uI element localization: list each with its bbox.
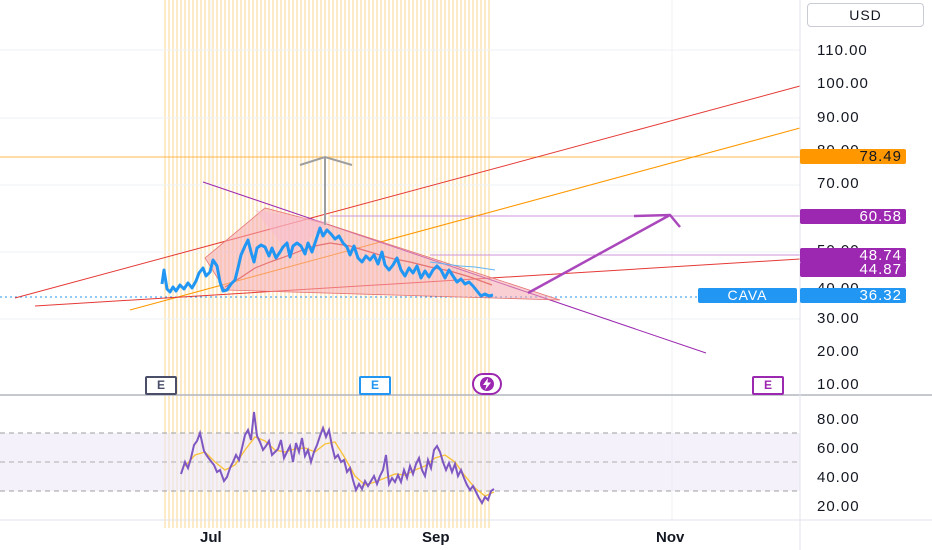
oscillator-axis-tick: 40.00	[817, 469, 860, 486]
price-axis-tick: 10.00	[817, 376, 860, 393]
currency-selector[interactable]: USD	[807, 3, 924, 27]
lightning-icon	[480, 377, 494, 391]
dividend-badge[interactable]	[472, 373, 502, 395]
chart-canvas[interactable]	[0, 0, 932, 550]
oscillator-axis-tick: 60.00	[817, 440, 860, 457]
price-axis-tick: 70.00	[817, 175, 860, 192]
price-axis-tick: 110.00	[817, 42, 868, 59]
oscillator-axis-tick: 80.00	[817, 411, 860, 428]
last-price-tag: 36.32	[800, 288, 906, 303]
price-tag: 78.49	[800, 149, 906, 164]
earnings-badge-3[interactable]: E	[752, 376, 784, 395]
price-axis-tick: 20.00	[817, 343, 860, 360]
earnings-badge-1[interactable]: E	[145, 376, 177, 395]
oscillator-axis-tick: 20.00	[817, 498, 860, 515]
projection-arrow[interactable]	[527, 213, 681, 295]
time-tick-sep: Sep	[422, 529, 450, 546]
time-tick-nov: Nov	[656, 529, 685, 546]
price-tag: 60.58	[800, 209, 906, 224]
price-axis-tick: 100.00	[817, 75, 869, 92]
price-axis-tick: 30.00	[817, 310, 860, 327]
ticker-symbol-label: CAVA	[698, 288, 797, 303]
time-tick-jul: Jul	[200, 529, 222, 546]
price-tag: 44.87	[800, 262, 906, 277]
price-axis-tick: 90.00	[817, 109, 860, 126]
earnings-badge-2[interactable]: E	[359, 376, 391, 395]
